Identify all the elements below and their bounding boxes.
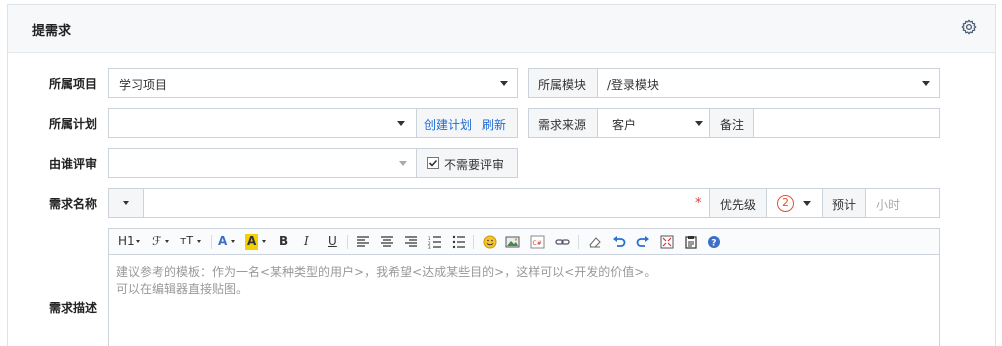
estimate-placeholder: 小时 <box>876 198 901 212</box>
svg-text:3: 3 <box>428 245 431 250</box>
project-value: 学习项目 <box>119 78 168 92</box>
align-left-icon[interactable] <box>356 234 370 250</box>
bold-icon[interactable]: B <box>279 234 288 250</box>
editor-toolbar: H1 ℱ тT A A B I U 123 C# ? <box>108 228 940 255</box>
name-color-button[interactable] <box>108 188 144 218</box>
align-right-icon[interactable] <box>404 234 418 250</box>
font-family-button[interactable]: ℱ <box>152 234 161 250</box>
plan-label: 所属计划 <box>49 117 98 131</box>
code-icon[interactable]: C# <box>530 234 545 250</box>
note-input[interactable] <box>753 108 940 138</box>
chevron-down-icon <box>500 81 508 86</box>
help-icon[interactable]: ? <box>707 234 721 250</box>
fullscreen-icon[interactable] <box>660 234 674 250</box>
reviewer-select[interactable] <box>108 148 417 178</box>
emoji-icon[interactable] <box>483 234 497 250</box>
reviewer-label: 由谁评审 <box>49 157 98 171</box>
editor-placeholder-line: 建议参考的模板：作为一名<某种类型的用户>，我希望<达成某些目的>，这样可以<开… <box>116 265 657 279</box>
estimate-input[interactable]: 小时 <box>865 188 940 218</box>
source-addon: 需求来源 <box>528 108 598 138</box>
chevron-down-icon <box>231 240 235 243</box>
project-label: 所属项目 <box>49 77 98 91</box>
link-icon[interactable] <box>555 234 570 250</box>
chevron-down-icon <box>197 240 201 243</box>
chevron-down-icon <box>803 201 811 206</box>
note-addon: 备注 <box>709 108 754 138</box>
story-desc-editor[interactable]: 建议参考的模板：作为一名<某种类型的用户>，我希望<达成某些目的>，这样可以<开… <box>108 254 940 346</box>
chevron-down-icon <box>165 240 169 243</box>
chevron-down-icon <box>262 240 266 243</box>
story-name-input[interactable]: * <box>143 188 710 218</box>
source-select[interactable]: 客户 <box>597 108 710 138</box>
story-name-label: 需求名称 <box>49 197 98 211</box>
story-desc-label: 需求描述 <box>49 301 98 315</box>
required-mark: * <box>695 196 702 211</box>
note-label: 备注 <box>720 118 745 132</box>
priority-label: 优先级 <box>720 198 757 212</box>
redo-icon[interactable] <box>636 234 650 250</box>
italic-icon[interactable]: I <box>304 234 309 250</box>
highlight-icon[interactable]: A <box>245 234 259 250</box>
priority-select[interactable]: 2 <box>766 188 823 218</box>
bullet-list-icon[interactable] <box>452 234 466 250</box>
toolbar-separator <box>578 235 579 249</box>
module-addon: 所属模块 <box>528 68 598 98</box>
editor-placeholder: 建议参考的模板：作为一名<某种类型的用户>，我希望<达成某些目的>，这样可以<开… <box>116 264 656 298</box>
gear-icon[interactable] <box>961 19 977 35</box>
undo-icon[interactable] <box>612 234 626 250</box>
no-review-label: 不需要评审 <box>444 158 505 172</box>
eraser-icon[interactable] <box>588 234 602 250</box>
chevron-down-icon <box>399 161 407 166</box>
estimate-addon: 预计 <box>822 188 866 218</box>
plan-actions: 创建计划 刷新 <box>416 108 518 138</box>
svg-text:C#: C# <box>533 240 542 247</box>
editor-placeholder-line: 可以在编辑器直接贴图。 <box>116 282 249 296</box>
source-value: 客户 <box>612 118 637 132</box>
module-value: /登录模块 <box>607 78 660 92</box>
estimate-label: 预计 <box>832 198 857 212</box>
toolbar-separator <box>211 235 212 249</box>
chevron-down-icon <box>695 121 703 126</box>
refresh-link[interactable]: 刷新 <box>482 116 506 133</box>
toolbar-separator <box>347 235 348 249</box>
module-select[interactable]: /登录模块 <box>597 68 940 98</box>
page-title: 提需求 <box>32 24 72 39</box>
chevron-down-icon <box>397 121 405 126</box>
heading-button[interactable]: H1 <box>118 234 135 250</box>
chevron-down-icon <box>123 201 129 205</box>
priority-addon: 优先级 <box>709 188 767 218</box>
svg-text:?: ? <box>711 239 716 249</box>
font-color-icon[interactable]: A <box>218 234 227 250</box>
ordered-list-icon[interactable]: 123 <box>428 234 442 250</box>
chevron-down-icon <box>922 81 930 86</box>
no-review-checkbox[interactable] <box>427 157 439 169</box>
panel-header: 提需求 <box>8 5 995 53</box>
create-plan-link[interactable]: 创建计划 <box>424 116 472 133</box>
chevron-down-icon <box>136 240 140 243</box>
plan-select[interactable] <box>108 108 417 138</box>
toolbar-separator <box>473 235 474 249</box>
priority-badge: 2 <box>777 195 794 212</box>
align-center-icon[interactable] <box>380 234 394 250</box>
underline-icon[interactable]: U <box>328 234 337 250</box>
source-label: 需求来源 <box>538 118 587 132</box>
font-size-button[interactable]: тT <box>180 234 193 250</box>
no-review-addon: 不需要评审 <box>416 148 518 178</box>
paste-icon[interactable] <box>684 234 698 250</box>
image-icon[interactable] <box>505 234 520 250</box>
project-select[interactable]: 学习项目 <box>108 68 518 98</box>
module-label: 所属模块 <box>538 78 587 92</box>
